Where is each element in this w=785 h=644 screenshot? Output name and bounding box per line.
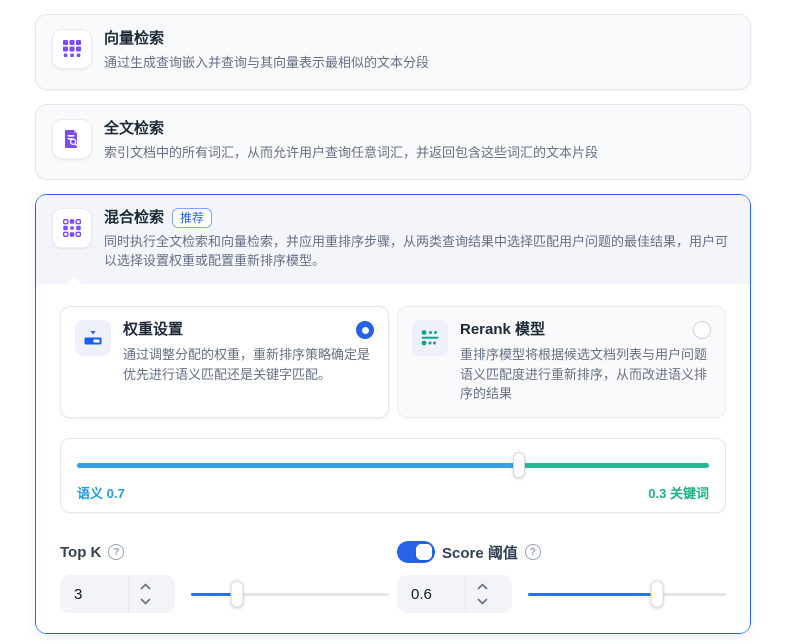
retrieval-settings-panel: 向量检索 通过生成查询嵌入并查询与其向量表示最相似的文本分段 全文检索 索引文档…: [35, 0, 751, 644]
score-threshold-section: Score 阈值 ?: [397, 541, 726, 613]
option-text: 全文检索 索引文档中的所有词汇，从而允许用户查询任意词汇，并返回包含这些词汇的文…: [104, 119, 598, 162]
top-k-stepper: [128, 575, 162, 613]
hybrid-settings-body: 权重设置 通过调整分配的权重，重新排序策略确定是优先进行语义匹配还是关键字匹配。: [36, 277, 750, 633]
top-k-slider[interactable]: [191, 580, 389, 608]
mode-title: Rerank 模型: [460, 321, 546, 338]
mode-card-rerank-model[interactable]: Rerank 模型 重排序模型将根据候选文档列表与用户问题语义匹配度进行重新排序…: [397, 306, 726, 418]
weight-slider-card: 语义 0.7 0.3 关键词: [60, 438, 726, 513]
top-k-input-box: [60, 575, 175, 613]
semantic-weight-label: 语义 0.7: [77, 486, 125, 501]
top-k-label: Top K: [60, 543, 102, 561]
option-description: 同时执行全文检索和向量检索，并应用重排序步骤，从两类查询结果中选择匹配用户问题的…: [104, 234, 729, 268]
option-hybrid-search[interactable]: 混合检索 推荐 同时执行全文检索和向量检索，并应用重排序步骤，从两类查询结果中选…: [35, 194, 751, 634]
weight-labels: 语义 0.7 0.3 关键词: [77, 483, 709, 502]
recommended-badge: 推荐: [172, 208, 213, 228]
score-threshold-slider-handle[interactable]: [650, 580, 664, 608]
hybrid-grid-icon: [52, 208, 92, 248]
keyword-weight-label: 0.3 关键词: [648, 486, 709, 501]
hybrid-header: 混合检索 推荐 同时执行全文检索和向量检索，并应用重排序步骤，从两类查询结果中选…: [36, 195, 750, 284]
top-k-increment-button[interactable]: [136, 581, 156, 593]
top-k-help-icon[interactable]: ?: [108, 544, 125, 560]
score-threshold-stepper: [465, 575, 499, 613]
score-threshold-help-icon[interactable]: ?: [524, 544, 541, 560]
weight-slider-handle[interactable]: [513, 452, 526, 478]
option-vector-search[interactable]: 向量检索 通过生成查询嵌入并查询与其向量表示最相似的文本分段: [35, 14, 751, 90]
hybrid-title-row: 混合检索 推荐: [104, 208, 734, 228]
weight-slider-track[interactable]: [77, 451, 709, 479]
option-fulltext-search[interactable]: 全文检索 索引文档中的所有词汇，从而允许用户查询任意词汇，并返回包含这些词汇的文…: [35, 104, 751, 180]
selection-notch: [66, 277, 82, 284]
option-text: 混合检索 推荐 同时执行全文检索和向量检索，并应用重排序步骤，从两类查询结果中选…: [104, 208, 734, 270]
option-title: 混合检索: [104, 209, 165, 226]
top-k-slider-handle[interactable]: [230, 580, 244, 608]
document-search-icon: [52, 119, 92, 159]
top-k-decrement-button[interactable]: [136, 596, 156, 608]
option-text: 向量检索 通过生成查询嵌入并查询与其向量表示最相似的文本分段: [104, 29, 429, 72]
score-threshold-toggle[interactable]: [397, 541, 435, 563]
mode-description: 通过调整分配的权重，重新排序策略确定是优先进行语义匹配还是关键字匹配。: [123, 347, 371, 382]
rerank-model-radio[interactable]: [693, 321, 711, 339]
top-k-section: Top K ?: [60, 541, 389, 613]
mode-card-weight-settings[interactable]: 权重设置 通过调整分配的权重，重新排序策略确定是优先进行语义匹配还是关键字匹配。: [60, 306, 389, 418]
top-k-input[interactable]: [60, 575, 128, 613]
option-description: 通过生成查询嵌入并查询与其向量表示最相似的文本分段: [104, 55, 430, 70]
mode-description: 重排序模型将根据候选文档列表与用户问题语义匹配度进行重新排序，从而改进语义排序的…: [460, 347, 708, 401]
mode-title: 权重设置: [123, 321, 184, 338]
vector-grid-icon: [52, 29, 92, 69]
score-threshold-label: Score 阈值: [442, 544, 518, 562]
score-threshold-input[interactable]: [397, 575, 465, 613]
weight-settings-radio[interactable]: [356, 321, 374, 339]
score-increment-button[interactable]: [473, 581, 493, 593]
option-title: 全文检索: [104, 120, 165, 137]
semantic-track-segment: [77, 463, 520, 468]
weight-slider-icon: [75, 320, 111, 356]
option-description: 索引文档中的所有词汇，从而允许用户查询任意词汇，并返回包含这些词汇的文本片段: [104, 145, 599, 160]
rerank-dots-icon: [412, 320, 448, 356]
option-title: 向量检索: [104, 30, 165, 47]
score-decrement-button[interactable]: [473, 596, 493, 608]
score-threshold-input-box: [397, 575, 512, 613]
score-threshold-slider[interactable]: [528, 580, 726, 608]
rerank-mode-row: 权重设置 通过调整分配的权重，重新排序策略确定是优先进行语义匹配还是关键字匹配。: [60, 306, 726, 418]
params-row: Top K ? 3 Score 阈值 ? 0.6: [60, 541, 726, 613]
